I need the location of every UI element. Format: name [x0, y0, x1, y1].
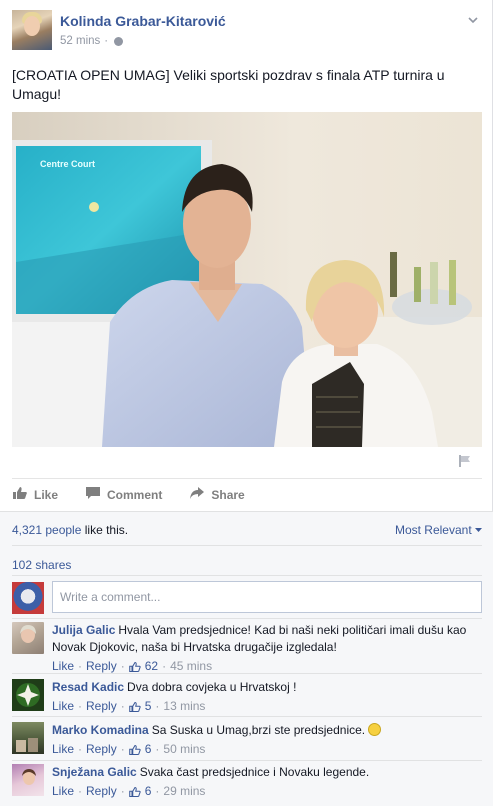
comment-item: Julija Galic Hvala Vam predsjednice! Kad …	[12, 622, 482, 673]
comment-item: Snježana Galic Svaka čast predsjednice i …	[12, 764, 482, 800]
comment-composer	[12, 581, 482, 614]
post-photo[interactable]: Centre Court	[12, 112, 482, 447]
comment-item: Resad Kadic Dva dobra covjeka u Hrvatskoj…	[12, 679, 482, 715]
commenter-avatar[interactable]	[12, 764, 44, 796]
comment-label: Comment	[107, 487, 163, 502]
thumbs-up-icon	[128, 661, 141, 673]
comment-meta: Like · Reply · 6 · 50 mins	[52, 741, 206, 758]
author-avatar[interactable]	[12, 10, 52, 50]
comment-icon	[85, 486, 101, 503]
comment-timestamp[interactable]: 29 mins	[163, 783, 205, 800]
comment-text: Dva dobra covjeka u Hrvatskoj !	[127, 680, 297, 694]
comment-like-count[interactable]: 6	[145, 741, 152, 758]
chevron-down-icon[interactable]	[466, 14, 480, 28]
commenter-name[interactable]: Marko Komadina	[52, 723, 149, 737]
comment-item: Marko Komadina Sa Suska u Umag,brzi ste p…	[12, 722, 482, 758]
comment-like-link[interactable]: Like	[52, 741, 74, 758]
like-button[interactable]: Like	[12, 486, 58, 503]
comment-like-count[interactable]: 5	[145, 698, 152, 715]
post-timestamp[interactable]: 52 mins	[60, 35, 100, 47]
comment-reply-link[interactable]: Reply	[86, 698, 117, 715]
comment-timestamp[interactable]: 13 mins	[163, 698, 205, 715]
comment-reply-link[interactable]: Reply	[86, 741, 117, 758]
commenter-name[interactable]: Snježana Galic	[52, 765, 137, 779]
divider	[12, 760, 482, 761]
facebook-post: Kolinda Grabar-Kitarović 52 mins · [CROA…	[0, 0, 493, 806]
comment-like-link[interactable]: Like	[52, 698, 74, 715]
comment-text: Sa Suska u Umag,brzi ste predsjednice.	[151, 723, 366, 737]
likes-summary: 4,321 people like this. Most Relevant	[12, 523, 482, 537]
sort-label: Most Relevant	[394, 523, 472, 537]
comment-input[interactable]	[52, 581, 482, 613]
comment-reply-link[interactable]: Reply	[86, 783, 117, 800]
meta-separator: ·	[104, 35, 109, 47]
comment-meta: Like · Reply · 5 · 13 mins	[52, 698, 206, 715]
share-arrow-icon	[189, 486, 205, 503]
comment-timestamp[interactable]: 50 mins	[163, 741, 205, 758]
thumbs-up-icon	[128, 701, 141, 713]
post-text: [CROATIA OPEN UMAG] Veliki sportski pozd…	[12, 67, 445, 102]
viewer-avatar	[12, 582, 44, 614]
share-label: Share	[211, 487, 245, 502]
thumbs-up-icon	[128, 744, 141, 756]
flag-icon[interactable]	[458, 454, 472, 468]
comment-like-link[interactable]: Like	[52, 783, 74, 800]
divider	[12, 673, 482, 674]
divider	[12, 575, 482, 576]
post-actions: Like Comment Share	[12, 478, 482, 510]
commenter-name[interactable]: Resad Kadic	[52, 680, 124, 694]
likes-count-link[interactable]: 4,321 people	[12, 523, 81, 537]
likes-suffix: like this.	[81, 523, 129, 537]
tv-screen-text: Centre Court	[40, 159, 95, 169]
author-name[interactable]: Kolinda Grabar-Kitarović	[60, 13, 226, 29]
thumbs-up-icon	[128, 786, 141, 798]
smiley-emoji-icon	[368, 723, 382, 736]
commenter-avatar[interactable]	[12, 679, 44, 711]
shares-link[interactable]: 102 shares	[12, 558, 71, 572]
ufi-section: 4,321 people like this. Most Relevant 10…	[0, 511, 493, 806]
comment-text: Svaka čast predsjednice i Novaku legende…	[139, 765, 370, 779]
globe-icon[interactable]	[114, 36, 124, 46]
commenter-avatar[interactable]	[12, 622, 44, 654]
share-button[interactable]: Share	[189, 486, 245, 503]
like-label: Like	[34, 487, 59, 502]
post-meta: 52 mins ·	[60, 35, 124, 47]
divider	[12, 716, 482, 717]
comment-button[interactable]: Comment	[85, 486, 162, 503]
post-header: Kolinda Grabar-Kitarović 52 mins ·	[12, 10, 482, 52]
photo-footer	[12, 448, 482, 474]
divider	[12, 545, 482, 546]
comment-meta: Like · Reply · 6 · 29 mins	[52, 783, 206, 800]
thumbs-up-icon	[12, 486, 28, 503]
commenter-avatar[interactable]	[12, 722, 44, 754]
commenter-name[interactable]: Julija Galic	[52, 623, 115, 637]
caret-down-icon	[475, 528, 482, 532]
sort-dropdown[interactable]: Most Relevant	[395, 523, 482, 537]
divider	[12, 618, 482, 619]
comment-like-count[interactable]: 6	[145, 783, 152, 800]
